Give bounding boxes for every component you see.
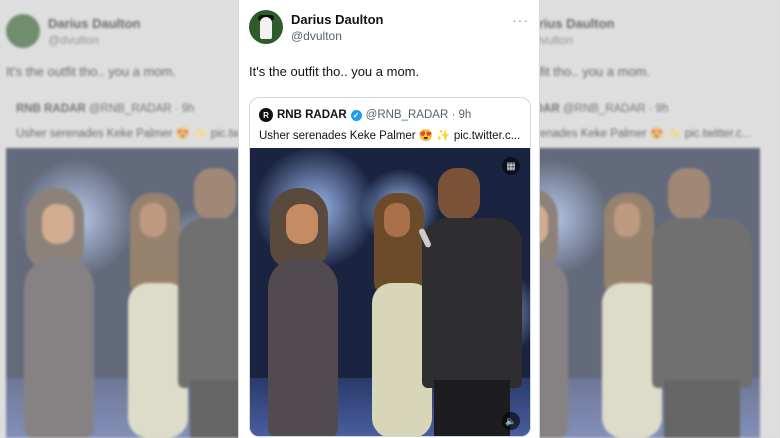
more-options-icon[interactable]: ··· bbox=[512, 12, 529, 28]
bg-quote-handle: @RNB_RADAR · 9h bbox=[88, 103, 195, 115]
quoted-author-meta: @RNB_RADAR · 9h bbox=[365, 109, 472, 121]
person-left bbox=[262, 188, 352, 436]
background-blur-left: Darius Daulton @dvulton It's the outfit … bbox=[0, 0, 240, 438]
bg-tweet-text: It's the outfit tho.. you a mom. bbox=[540, 64, 651, 79]
bg-quote-text: Usher serenades Keke Palmer 😍 ✨ pic.twit… bbox=[540, 128, 752, 140]
bg-quote-handle: @RNB_RADAR · 9h bbox=[562, 103, 669, 115]
bg-author-name: Darius Daulton bbox=[48, 15, 141, 31]
quoted-tweet-text: Usher serenades Keke Palmer 😍 ✨ pic.twit… bbox=[259, 130, 521, 142]
bg-author: Darius Daulton @dvulton bbox=[540, 14, 614, 48]
bg-author-name: Darius Daulton bbox=[540, 15, 615, 31]
background-blur-right: Darius Daulton @dvulton It's the outfit … bbox=[540, 0, 780, 438]
video-gallery-icon[interactable]: ▦ bbox=[502, 157, 520, 175]
person-right bbox=[418, 168, 528, 436]
bg-author: Darius Daulton @dvulton bbox=[6, 14, 140, 48]
quoted-tweet-header: R RNB RADAR ✓ @RNB_RADAR · 9h bbox=[259, 108, 471, 122]
bg-quote-name: RNB RADAR bbox=[16, 103, 86, 115]
bg-author-handle: @dvulton bbox=[48, 32, 99, 47]
speaker-icon[interactable]: 🔈 bbox=[502, 412, 520, 430]
verified-badge-icon: ✓ bbox=[350, 109, 362, 121]
bg-tweet-text: It's the outfit tho.. you a mom. bbox=[6, 64, 177, 79]
tweet-author[interactable]: Darius Daulton @dvulton bbox=[249, 10, 383, 44]
bg-quote-text: Usher serenades Keke Palmer 😍 ✨ pic.twit… bbox=[16, 128, 240, 140]
bg-quote-meta: RNB RADAR @RNB_RADAR · 9h bbox=[540, 103, 668, 115]
bg-quote-name: RNB RADAR bbox=[540, 103, 560, 115]
avatar[interactable] bbox=[249, 10, 283, 44]
author-name[interactable]: Darius Daulton bbox=[291, 12, 383, 27]
bg-video bbox=[540, 148, 760, 438]
video-frame bbox=[250, 148, 530, 436]
video-player[interactable]: ▦ 🔈 bbox=[250, 148, 530, 436]
rnb-radar-logo-icon: R bbox=[259, 108, 273, 122]
bg-author-handle: @dvulton bbox=[540, 32, 573, 47]
tweet-text: It's the outfit tho.. you a mom. bbox=[249, 64, 420, 79]
bg-avatar bbox=[6, 14, 40, 48]
quoted-tweet[interactable]: R RNB RADAR ✓ @RNB_RADAR · 9h Usher sere… bbox=[249, 97, 531, 437]
bg-quote-meta: RNB RADAR @RNB_RADAR · 9h bbox=[16, 103, 194, 115]
author-handle[interactable]: @dvulton bbox=[291, 29, 383, 43]
tweet-card[interactable]: Darius Daulton @dvulton ··· It's the out… bbox=[238, 0, 540, 438]
bg-video bbox=[6, 148, 240, 438]
quoted-author-name: RNB RADAR bbox=[277, 109, 347, 121]
